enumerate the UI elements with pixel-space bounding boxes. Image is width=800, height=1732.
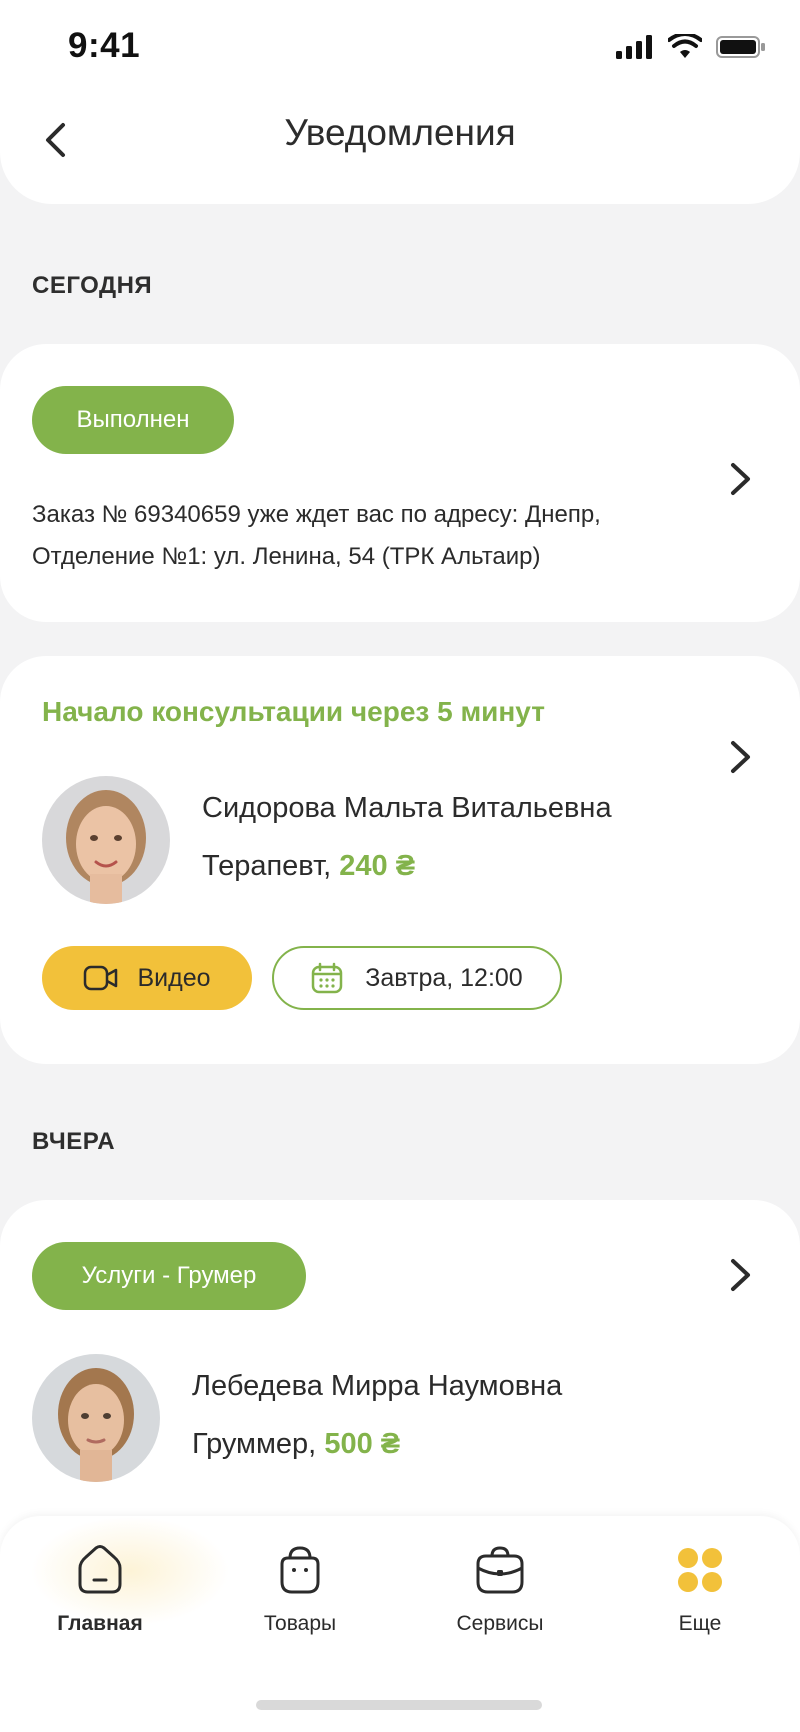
chevron-right-icon[interactable] [728, 1258, 754, 1292]
battery-icon [716, 36, 765, 58]
nav-item-home[interactable]: Главная [20, 1542, 180, 1636]
nav-label-home: Главная [57, 1612, 143, 1635]
status-time: 9:41 [68, 26, 141, 65]
header-card: 9:41 Уведомления [0, 0, 800, 204]
wifi-icon [668, 34, 702, 58]
doctor-photo-icon [42, 776, 170, 904]
service-badge-groomer: Услуги - Грумер [32, 1242, 306, 1310]
consultation-title: Начало консультации через 5 минут [42, 696, 545, 727]
doctor-specialty: Терапевт, [202, 850, 332, 882]
order-message: Заказ № 69340659 уже ждет вас по адресу:… [32, 501, 601, 570]
home-icon [78, 1545, 122, 1594]
groomer-role: Груммер, 500 ₴ [192, 1428, 400, 1461]
nav-item-services[interactable]: Сервисы [420, 1542, 580, 1636]
groomer-specialty: Груммер, [192, 1428, 317, 1460]
doctor-name: Сидорова Мальта Витальевна [202, 792, 612, 824]
nav-label-more: Еще [678, 1612, 722, 1635]
video-label: Видео [137, 963, 211, 992]
section-label-today: СЕГОДНЯ [32, 272, 153, 299]
chevron-right-icon[interactable] [728, 462, 754, 496]
appointment-date-button[interactable]: Завтра, 12:00 [272, 946, 562, 1010]
more-dots-icon [678, 1548, 722, 1592]
nav-label-products: Товары [263, 1612, 337, 1635]
status-badge-completed: Выполнен [32, 386, 234, 454]
video-call-button[interactable]: Видео [42, 946, 252, 1010]
status-icons [616, 34, 766, 60]
video-camera-icon [84, 965, 118, 991]
briefcase-icon [476, 1546, 524, 1594]
groomer-price: 500 ₴ [324, 1428, 401, 1460]
section-label-yesterday: ВЧЕРА [32, 1128, 116, 1155]
cellular-signal-icon [616, 35, 652, 59]
avatar-doctor [42, 776, 170, 904]
nav-label-services: Сервисы [456, 1612, 544, 1635]
home-indicator [256, 1700, 542, 1710]
consultation-price: 240 ₴ [339, 850, 416, 882]
chevron-right-icon[interactable] [728, 740, 754, 774]
nav-item-more[interactable]: Еще [620, 1542, 780, 1636]
page-title: Уведомления [284, 112, 516, 153]
appointment-date-label: Завтра, 12:00 [365, 963, 523, 992]
avatar-groomer [32, 1354, 160, 1482]
calendar-icon [312, 962, 343, 994]
groomer-photo-icon [32, 1354, 160, 1482]
nav-item-products[interactable]: Товары [220, 1542, 380, 1636]
bag-icon [280, 1546, 320, 1594]
doctor-role: Терапевт, 240 ₴ [202, 850, 415, 883]
groomer-name: Лебедева Мирра Наумовна [192, 1370, 563, 1402]
